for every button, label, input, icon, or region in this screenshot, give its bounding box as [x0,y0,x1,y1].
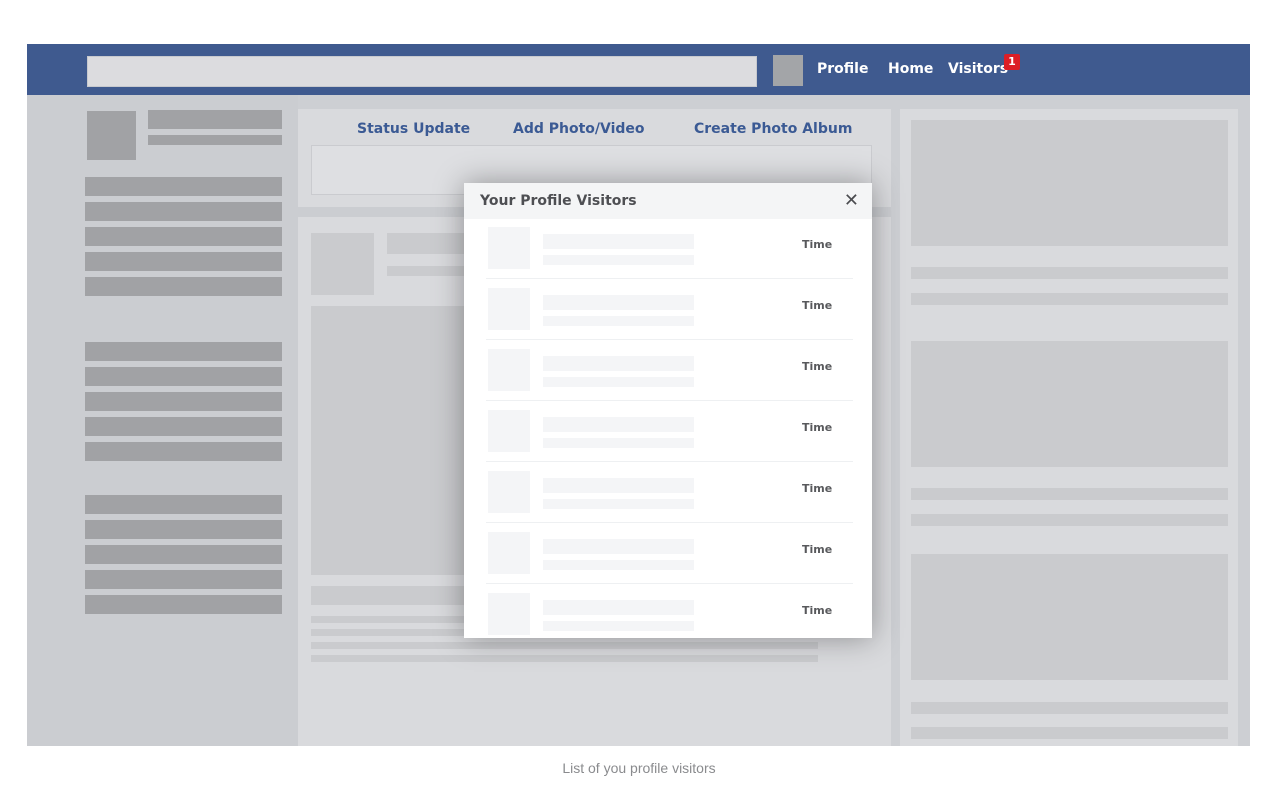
visitors-notification-badge: 1 [1004,54,1020,70]
image-caption: List of you profile visitors [562,760,716,776]
right-sidebar [900,109,1238,746]
visitor-name-placeholder [543,600,694,615]
close-icon[interactable]: ✕ [844,190,859,211]
post-text-placeholder [311,655,818,662]
visitor-detail-placeholder [543,377,694,387]
visit-time: Time [802,543,833,556]
sidebar-text-placeholder [911,267,1228,279]
sidebar-text-placeholder [911,727,1228,739]
visitor-row[interactable]: Time [486,340,853,401]
visitor-row[interactable]: Time [486,218,853,279]
sidebar-text-placeholder [911,514,1228,526]
sidebar-item[interactable] [85,367,282,386]
top-navigation-bar: Profile Home Visitors 1 [27,44,1250,95]
sidebar-text-placeholder [911,702,1228,714]
visitor-name-placeholder [543,295,694,310]
visitor-avatar [488,410,530,452]
visit-time: Time [802,604,833,617]
tab-create-photo-album[interactable]: Create Photo Album [694,121,852,137]
nav-profile-link[interactable]: Profile [817,61,868,77]
sidebar-item[interactable] [85,342,282,361]
ad-placeholder [911,341,1228,467]
visitor-row[interactable]: Time [486,523,853,584]
visit-time: Time [802,299,833,312]
left-sidebar [27,95,298,746]
visitor-avatar [488,532,530,574]
visitor-name-placeholder [543,234,694,249]
sidebar-item[interactable] [85,545,282,564]
visit-time: Time [802,238,833,251]
profile-thumbnail [87,111,136,160]
sidebar-item[interactable] [85,227,282,246]
visitor-name-placeholder [543,539,694,554]
sidebar-item[interactable] [85,442,282,461]
post-text-placeholder [311,642,818,649]
visitor-avatar [488,593,530,635]
sidebar-item[interactable] [85,495,282,514]
nav-home-link[interactable]: Home [888,61,933,77]
visitor-detail-placeholder [543,621,694,631]
sidebar-text-placeholder [911,488,1228,500]
sidebar-item[interactable] [85,202,282,221]
sidebar-item[interactable] [85,177,282,196]
sidebar-item[interactable] [85,252,282,271]
profile-subtext-placeholder [148,135,282,145]
visitor-avatar [488,288,530,330]
post-author-avatar [311,233,374,295]
tab-status-update[interactable]: Status Update [357,121,470,137]
visitor-name-placeholder [543,478,694,493]
sidebar-item[interactable] [85,417,282,436]
visitor-avatar [488,227,530,269]
visitor-name-placeholder [543,356,694,371]
visitor-row[interactable]: Time [486,584,853,638]
visitor-row[interactable]: Time [486,462,853,523]
visitor-row[interactable]: Time [486,401,853,462]
visitor-detail-placeholder [543,255,694,265]
visitor-detail-placeholder [543,560,694,570]
sidebar-item[interactable] [85,570,282,589]
user-avatar[interactable] [773,55,803,86]
visitor-avatar [488,349,530,391]
ad-placeholder [911,554,1228,680]
visitor-detail-placeholder [543,499,694,509]
visitor-detail-placeholder [543,438,694,448]
visitor-detail-placeholder [543,316,694,326]
visit-time: Time [802,360,833,373]
profile-visitors-modal: Your Profile Visitors ✕ Time Time Time T… [464,183,872,638]
sidebar-item[interactable] [85,520,282,539]
modal-header: Your Profile Visitors ✕ [464,183,872,219]
ad-placeholder [911,120,1228,246]
visit-time: Time [802,482,833,495]
visitor-name-placeholder [543,417,694,432]
sidebar-item[interactable] [85,277,282,296]
visitor-avatar [488,471,530,513]
sidebar-text-placeholder [911,293,1228,305]
sidebar-item[interactable] [85,595,282,614]
nav-visitors-link[interactable]: Visitors [948,61,1008,77]
modal-title: Your Profile Visitors [480,193,637,209]
visit-time: Time [802,421,833,434]
visitor-row[interactable]: Time [486,279,853,340]
search-input[interactable] [87,56,757,87]
profile-name-placeholder [148,110,282,129]
tab-add-photo-video[interactable]: Add Photo/Video [513,121,645,137]
sidebar-item[interactable] [85,392,282,411]
